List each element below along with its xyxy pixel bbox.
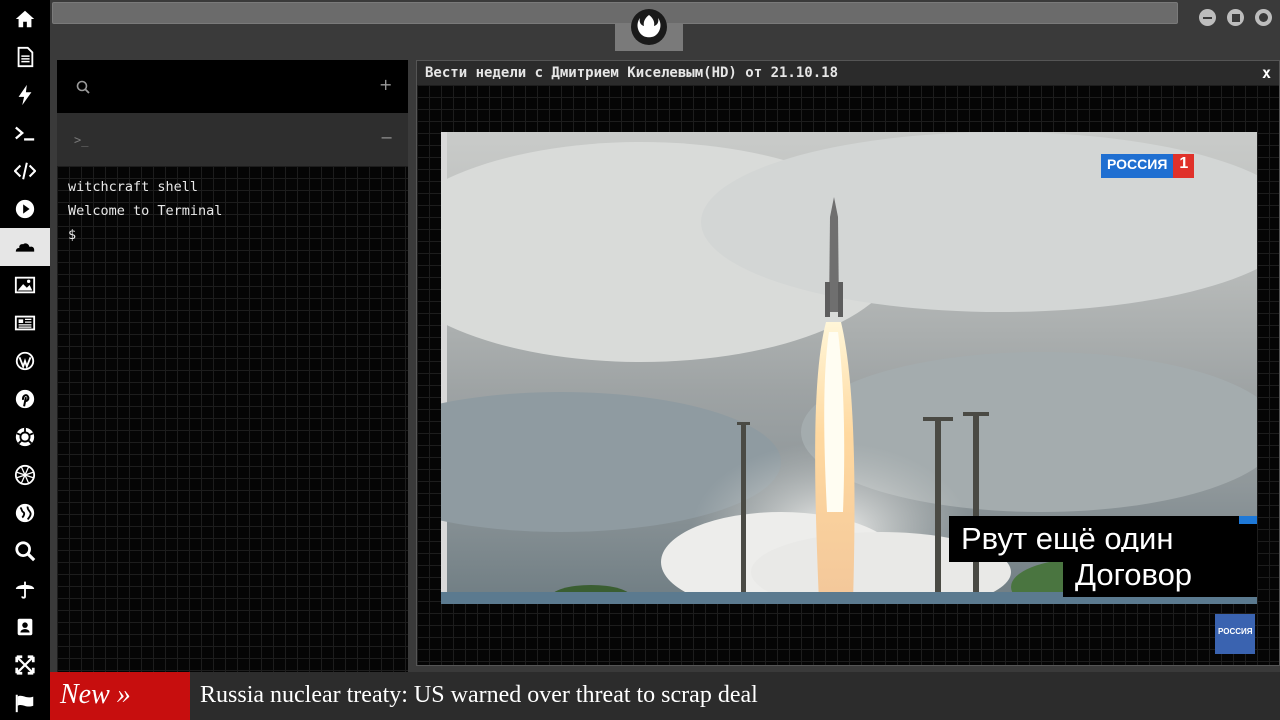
video-title: Вести недели с Дмитрием Киселевым(HD) от…: [425, 65, 839, 81]
sidebar-item-play[interactable]: [0, 190, 50, 228]
address-bar[interactable]: [52, 2, 1178, 24]
search-icon: [15, 541, 36, 562]
news-ticker: New » Russia nuclear treaty: US warned o…: [50, 672, 1280, 720]
video-titlebar: Вести недели с Дмитрием Киселевым(HD) от…: [417, 61, 1279, 85]
terminal-line: witchcraft shell: [68, 179, 199, 195]
globe-wire-icon: [14, 464, 36, 486]
close-icon: [1259, 13, 1268, 22]
expand-icon: [15, 655, 35, 675]
search-icon[interactable]: [76, 80, 90, 94]
terminal-search-bar[interactable]: +: [57, 60, 408, 113]
code-icon: [14, 162, 36, 180]
maximize-button[interactable]: [1227, 9, 1244, 26]
caption-line-2: Договор: [1063, 552, 1257, 597]
flag-icon: [15, 694, 34, 713]
logo[interactable]: [631, 9, 667, 45]
minimize-icon: [1203, 16, 1212, 19]
terminal-prompt: $: [68, 227, 77, 243]
sidebar-item-pinterest[interactable]: [0, 380, 50, 418]
sidebar-item-code[interactable]: [0, 152, 50, 190]
sidebar-item-newspaper[interactable]: [0, 304, 50, 342]
terminal-panel: + >_ − witchcraft shell Welcome to Termi…: [57, 60, 408, 672]
umbrella-icon: [15, 581, 35, 599]
maximize-icon: [1231, 13, 1240, 22]
ticker-headline[interactable]: Russia nuclear treaty: US warned over th…: [200, 672, 758, 720]
sidebar-item-cloud[interactable]: [0, 228, 50, 266]
home-icon: [15, 10, 35, 28]
wordpress-icon: [15, 351, 35, 371]
sidebar-item-wordpress[interactable]: [0, 342, 50, 380]
terminal-tab-prompt: >_: [74, 133, 89, 147]
channel-badge-name: РОССИЯ: [1101, 154, 1174, 178]
sidebar-item-document[interactable]: [0, 38, 50, 76]
sidebar-item-contact[interactable]: [0, 608, 50, 646]
terminal-line: Welcome to Terminal: [68, 203, 223, 219]
ticker-badge: New »: [50, 672, 190, 720]
terminal-icon: [15, 126, 35, 141]
newspaper-icon: [14, 315, 36, 331]
app-sidebar: [0, 0, 50, 720]
image-icon: [14, 276, 36, 294]
caption-accent-bar: [1239, 516, 1257, 524]
sidebar-item-globe-wire[interactable]: [0, 456, 50, 494]
sidebar-item-lightning[interactable]: [0, 76, 50, 114]
sidebar-item-terminal[interactable]: [0, 114, 50, 152]
channel-corner-logo: РОССИЯ: [1215, 614, 1255, 654]
sidebar-item-image[interactable]: [0, 266, 50, 304]
new-terminal-button[interactable]: +: [379, 75, 392, 94]
minimize-button[interactable]: [1199, 9, 1216, 26]
sidebar-item-aperture[interactable]: [0, 418, 50, 456]
video-player[interactable]: РОССИЯ 1 Рвут ещё один Договор РОССИЯ: [417, 85, 1279, 665]
sidebar-item-search[interactable]: [0, 532, 50, 570]
play-icon: [15, 199, 35, 219]
aperture-icon: [15, 427, 35, 447]
close-terminal-tab-button[interactable]: −: [380, 128, 393, 147]
close-button[interactable]: [1255, 9, 1272, 26]
pinterest-icon: [15, 389, 35, 409]
channel-badge: РОССИЯ 1: [1101, 154, 1195, 178]
sidebar-item-expand[interactable]: [0, 646, 50, 684]
video-frame[interactable]: РОССИЯ 1 Рвут ещё один Договор: [441, 132, 1257, 604]
video-panel: Вести недели с Дмитрием Киселевым(HD) от…: [416, 60, 1280, 666]
sidebar-item-home[interactable]: [0, 0, 50, 38]
video-close-button[interactable]: x: [1262, 64, 1271, 82]
sidebar-item-umbrella[interactable]: [0, 570, 50, 608]
cloud-icon: [15, 243, 35, 252]
terminal-tab[interactable]: >_ −: [57, 113, 408, 166]
channel-badge-number: 1: [1173, 154, 1195, 178]
terminal-output[interactable]: witchcraft shell Welcome to Terminal $: [57, 166, 408, 672]
rebel-alliance-icon: [637, 15, 661, 38]
lightning-icon: [18, 84, 32, 106]
contact-icon: [17, 618, 33, 636]
globe-icon: [15, 503, 35, 523]
sidebar-item-flag[interactable]: [0, 684, 50, 720]
sidebar-item-globe[interactable]: [0, 494, 50, 532]
document-icon: [17, 46, 34, 68]
